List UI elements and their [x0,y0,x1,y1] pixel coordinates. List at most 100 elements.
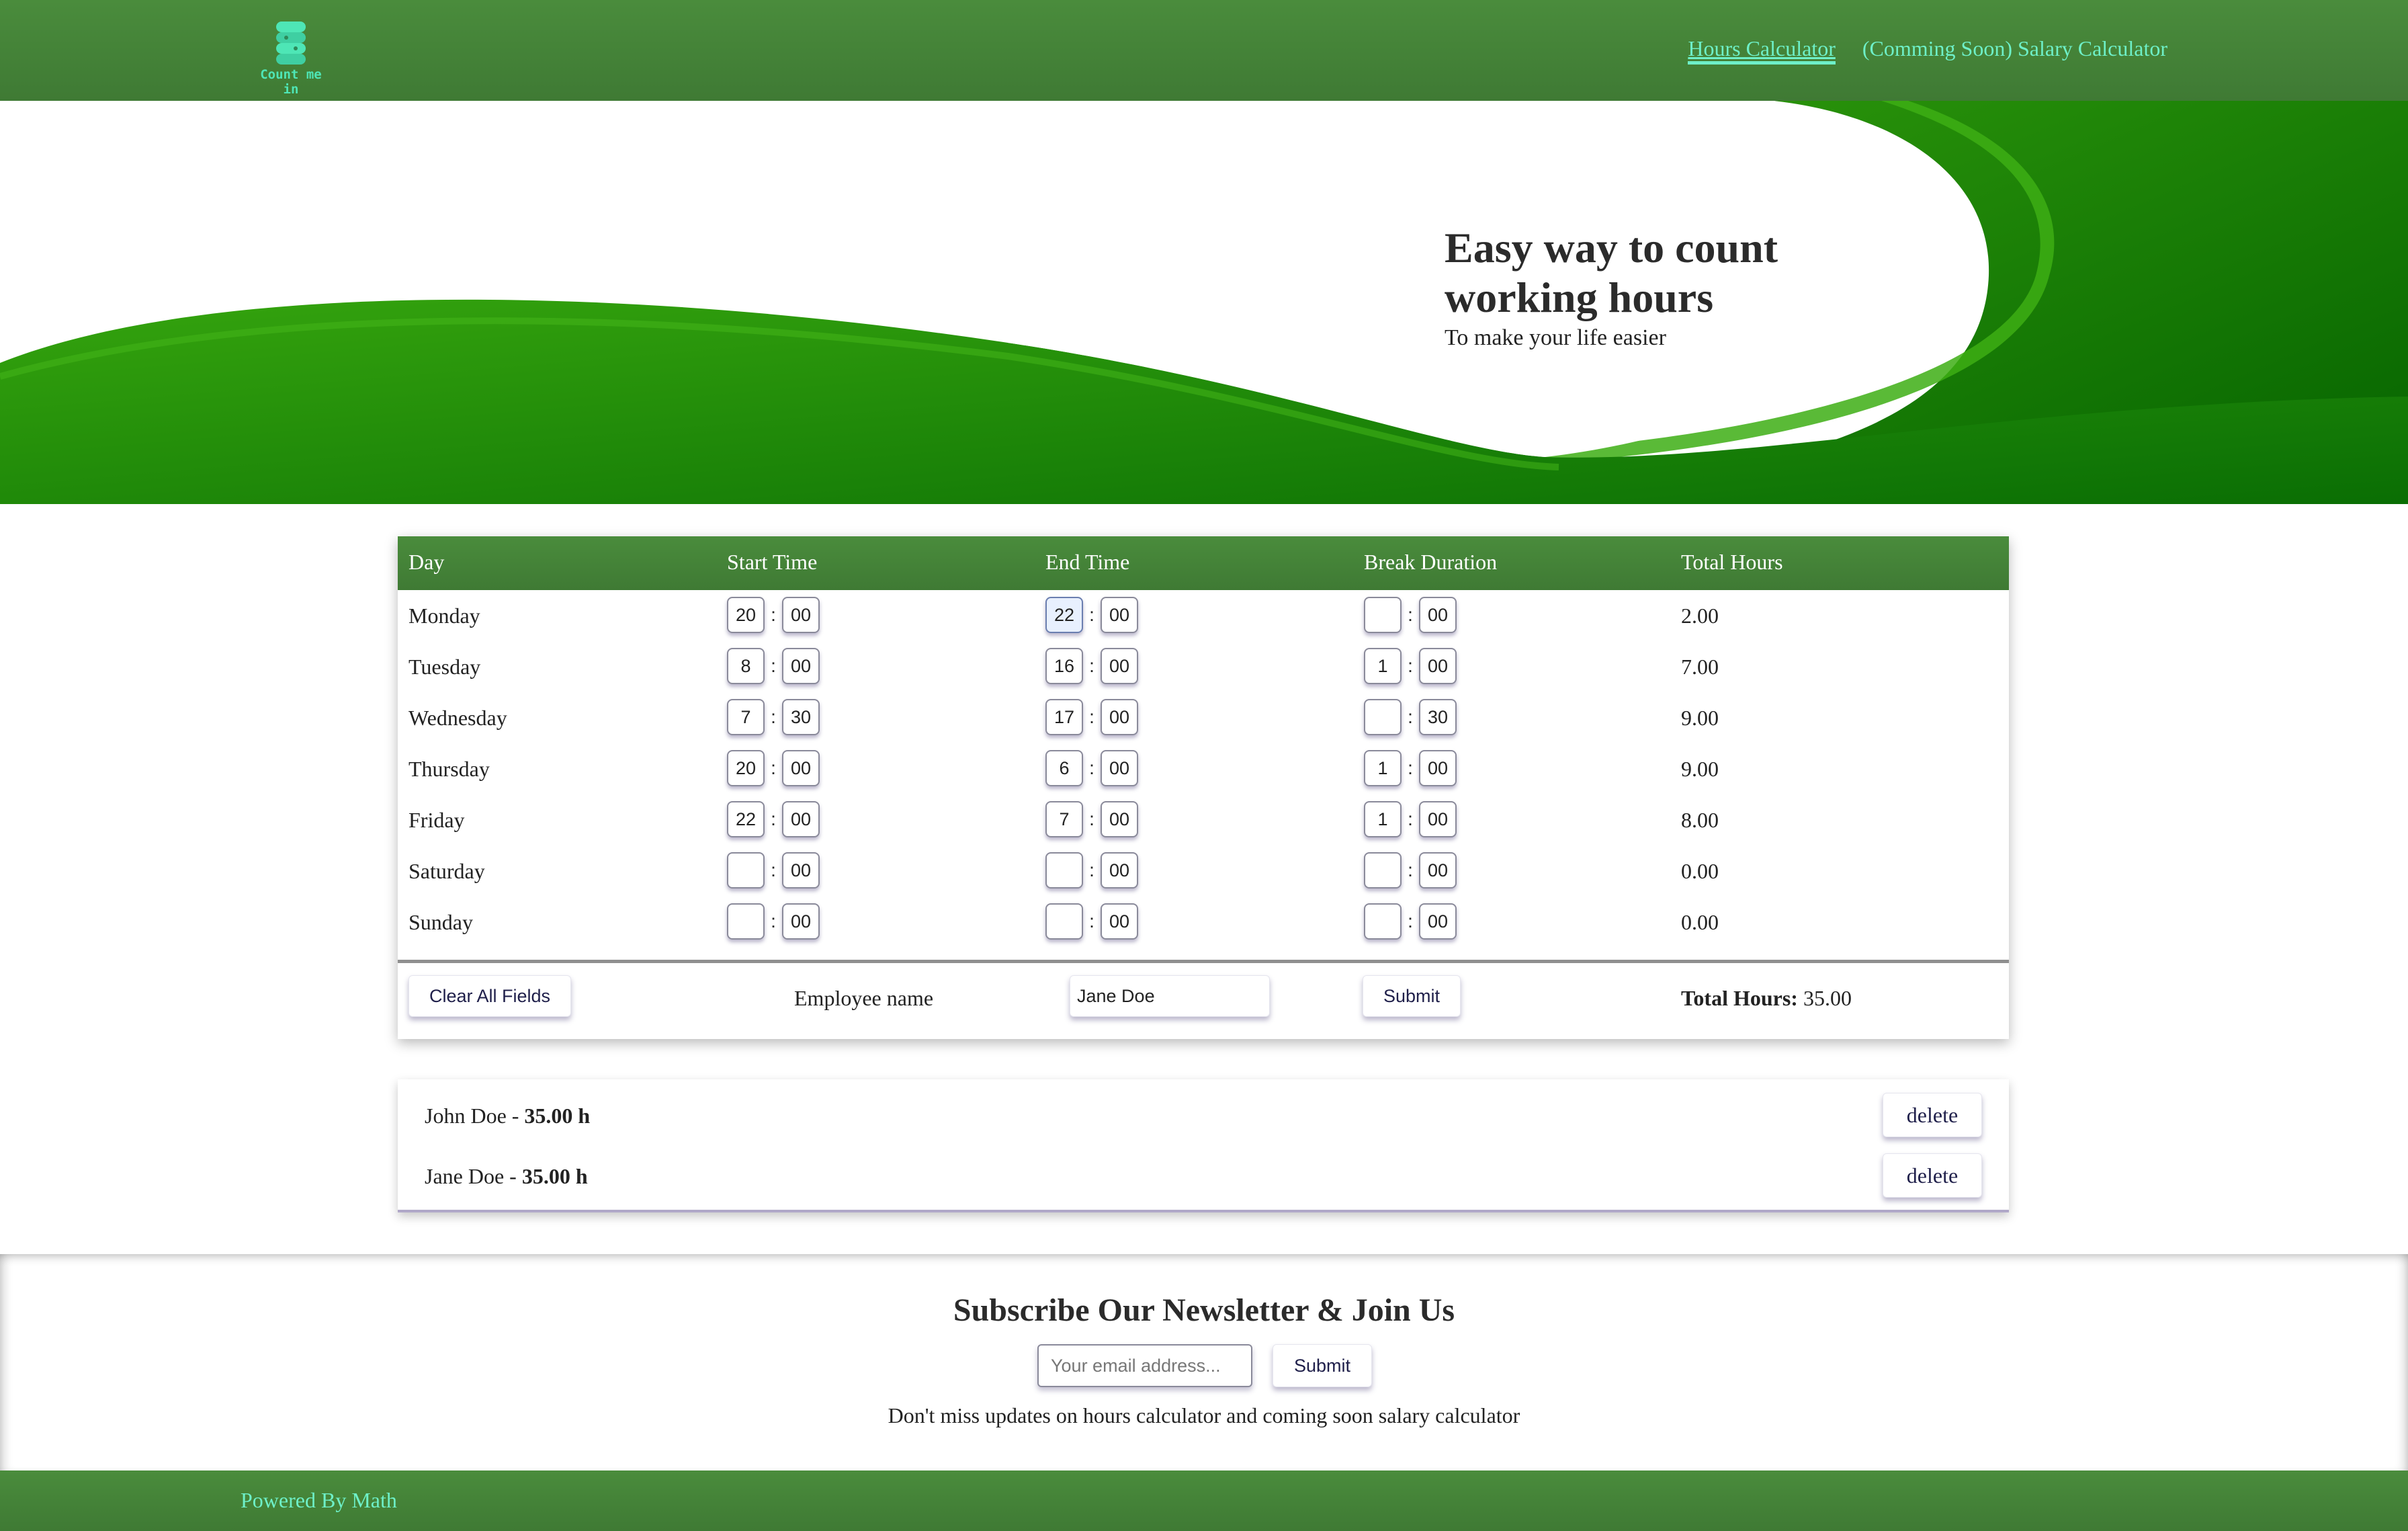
employee-name-label: Employee name [794,986,934,1010]
end-minute-input[interactable]: 00 [1101,801,1138,837]
delete-button[interactable]: delete [1883,1093,1982,1137]
day-label: Thursday [408,757,490,781]
nav-salary-calculator[interactable]: (Comming Soon) Salary Calculator [1862,36,2167,65]
break-hour-input[interactable] [1364,699,1402,735]
table-row: Thursday 20:00 6:00 1:00 9.00 [398,743,2009,794]
top-navbar: Count me in Hours Calculator (Comming So… [0,0,2408,101]
time-separator: : [771,706,776,727]
table-row: Sunday:00:00:00 0.00 [398,897,2009,948]
time-separator: : [771,809,776,829]
start-hour-input[interactable]: 7 [727,699,765,735]
start-hour-input[interactable]: 22 [727,801,765,837]
powered-by-text: Powered By Math [241,1488,397,1512]
time-separator: : [1408,604,1413,625]
break-minute-input[interactable]: 30 [1419,699,1457,735]
start-minute-input[interactable]: 00 [782,750,820,786]
hero-text: Easy way to count working hours To make … [1445,223,1794,351]
nav-hours-calculator[interactable]: Hours Calculator [1688,36,1836,65]
break-time-group: :00 [1364,852,1457,888]
start-hour-input[interactable]: 20 [727,597,765,633]
newsletter-submit-button[interactable]: Submit [1273,1344,1372,1387]
end-minute-input[interactable]: 00 [1101,852,1138,888]
start-minute-input[interactable]: 00 [782,597,820,633]
break-hour-input[interactable]: 1 [1364,801,1402,837]
table-row: Tuesday 8:00 16:00 1:00 7.00 [398,641,2009,692]
entry-name: Jane Doe [425,1164,505,1188]
end-hour-input[interactable]: 6 [1045,750,1083,786]
time-separator: : [1089,706,1094,727]
grand-total-label: Total Hours: [1681,986,1798,1010]
end-minute-input[interactable]: 00 [1101,648,1138,684]
time-separator: : [1089,911,1094,932]
list-item: John Doe - 35.00 h [425,1104,590,1128]
table-header: Day Start Time End Time Break Duration T… [398,536,2009,590]
end-minute-input[interactable]: 00 [1101,903,1138,940]
hero-subtitle: To make your life easier [1445,325,1666,350]
grand-total-value: 35.00 [1803,986,1852,1010]
list-item: Jane Doe - 35.00 h [425,1164,588,1189]
header-day: Day [408,550,445,574]
employee-name-input[interactable]: Jane Doe [1070,975,1270,1017]
break-time-group: :30 [1364,699,1457,735]
time-separator: : [771,757,776,778]
end-time-group: 7:00 [1045,801,1138,837]
start-time-group: :00 [727,903,820,940]
row-total-hours: 0.00 [1681,910,1719,934]
grand-total: Total Hours: 35.00 [1681,986,1852,1011]
end-hour-input[interactable]: 17 [1045,699,1083,735]
end-minute-input[interactable]: 00 [1101,597,1138,633]
break-hour-input[interactable]: 1 [1364,648,1402,684]
delete-button[interactable]: delete [1883,1153,1982,1198]
end-minute-input[interactable]: 00 [1101,750,1138,786]
break-minute-input[interactable]: 00 [1419,750,1457,786]
hero-wave-graphic [0,101,2408,504]
start-minute-input[interactable]: 00 [782,801,820,837]
day-label: Wednesday [408,706,507,730]
submit-hours-button[interactable]: Submit [1363,975,1461,1017]
end-hour-input[interactable] [1045,852,1083,888]
break-minute-input[interactable]: 00 [1419,801,1457,837]
break-hour-input[interactable] [1364,852,1402,888]
time-separator: : [1408,757,1413,778]
start-hour-input[interactable] [727,903,765,940]
end-hour-input[interactable]: 16 [1045,648,1083,684]
start-time-group: 7:30 [727,699,820,735]
end-time-group: 16:00 [1045,648,1138,684]
end-time-group: 17:00 [1045,699,1138,735]
newsletter-email-input[interactable]: Your email address... [1037,1344,1252,1387]
start-minute-input[interactable]: 00 [782,648,820,684]
end-hour-input[interactable]: 22 [1045,597,1083,633]
break-minute-input[interactable]: 00 [1419,903,1457,940]
table-row: Wednesday 7:30 17:00:30 9.00 [398,692,2009,743]
break-minute-input[interactable]: 00 [1419,597,1457,633]
break-hour-input[interactable] [1364,903,1402,940]
row-total-hours: 9.00 [1681,757,1719,781]
hours-table-card: Day Start Time End Time Break Duration T… [398,536,2009,1039]
start-minute-input[interactable]: 30 [782,699,820,735]
hero-banner: Easy way to count working hours To make … [0,101,2408,504]
break-time-group: 1:00 [1364,750,1457,786]
end-minute-input[interactable]: 00 [1101,699,1138,735]
start-hour-input[interactable]: 8 [727,648,765,684]
stacked-coins-icon [276,22,306,65]
break-time-group: 1:00 [1364,801,1457,837]
row-total-hours: 8.00 [1681,808,1719,832]
break-minute-input[interactable]: 00 [1419,852,1457,888]
day-label: Saturday [408,859,485,883]
end-hour-input[interactable] [1045,903,1083,940]
end-time-group: 6:00 [1045,750,1138,786]
table-row: Friday 22:00 7:00 1:00 8.00 [398,794,2009,845]
start-minute-input[interactable]: 00 [782,903,820,940]
start-minute-input[interactable]: 00 [782,852,820,888]
day-label: Sunday [408,910,473,934]
logo[interactable]: Count me in [254,20,328,97]
time-separator: : [1408,911,1413,932]
start-hour-input[interactable]: 20 [727,750,765,786]
end-hour-input[interactable]: 7 [1045,801,1083,837]
time-separator: : [1408,706,1413,727]
break-hour-input[interactable] [1364,597,1402,633]
clear-all-button[interactable]: Clear All Fields [408,975,571,1017]
break-hour-input[interactable]: 1 [1364,750,1402,786]
break-minute-input[interactable]: 00 [1419,648,1457,684]
start-hour-input[interactable] [727,852,765,888]
